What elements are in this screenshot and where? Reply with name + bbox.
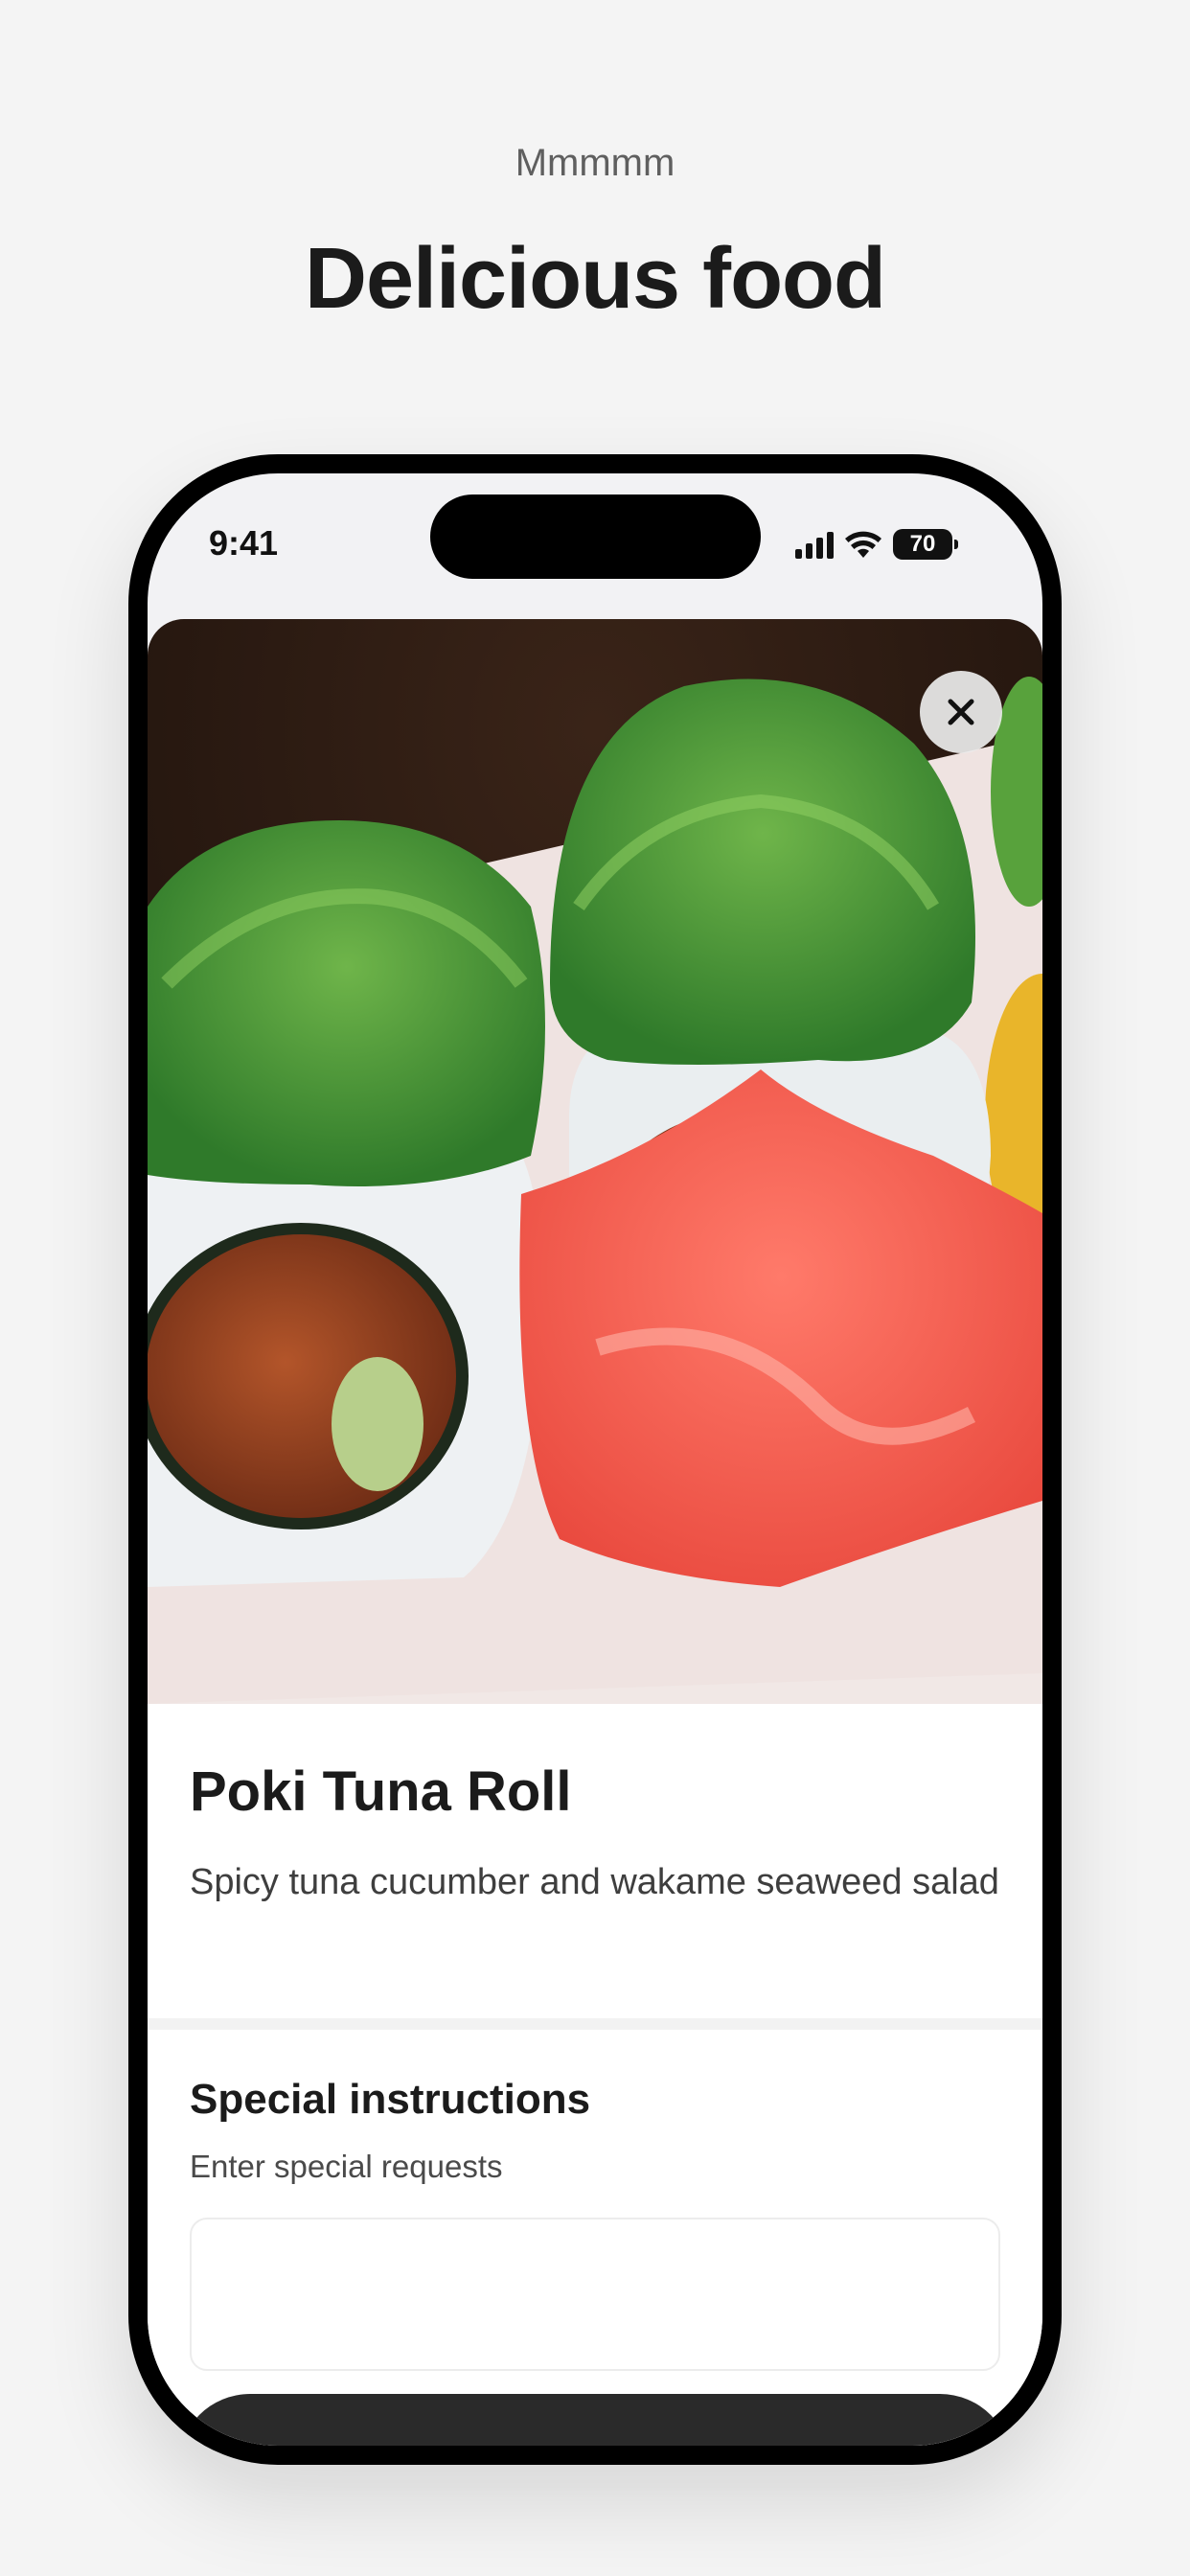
cart-price: $14.95 <box>849 2443 972 2446</box>
section-divider <box>148 2018 1042 2030</box>
phone-frame: 9:41 70 Poki Tuna Roll Spicy tuna cucumb… <box>128 454 1062 2465</box>
close-icon <box>948 699 974 725</box>
dynamic-island <box>430 494 761 579</box>
wifi-icon <box>845 531 881 558</box>
battery-icon: 70 <box>893 529 958 560</box>
signal-icon <box>795 530 834 559</box>
close-button[interactable] <box>920 671 1002 753</box>
special-instructions-input[interactable] <box>190 2218 1000 2371</box>
add-to-cart-button[interactable]: Add to cart $14.95 <box>178 2394 1012 2446</box>
page-kicker: Mmmmm <box>515 142 675 184</box>
instructions-subtitle: Enter special requests <box>190 2149 503 2184</box>
instructions-title: Special instructions <box>190 2076 591 2123</box>
status-icons: 70 <box>795 527 958 562</box>
sushi-roll-photo <box>148 619 1042 1704</box>
add-to-cart-label: Add to cart <box>218 2443 413 2446</box>
battery-level: 70 <box>909 531 936 557</box>
item-title: Poki Tuna Roll <box>190 1760 572 1823</box>
page-headline: Delicious food <box>304 231 886 327</box>
status-time: 9:41 <box>209 523 279 563</box>
item-description: Spicy tuna cucumber and wakame seaweed s… <box>190 1862 999 1902</box>
item-detail-sheet: Poki Tuna Roll Spicy tuna cucumber and w… <box>148 619 1042 2446</box>
